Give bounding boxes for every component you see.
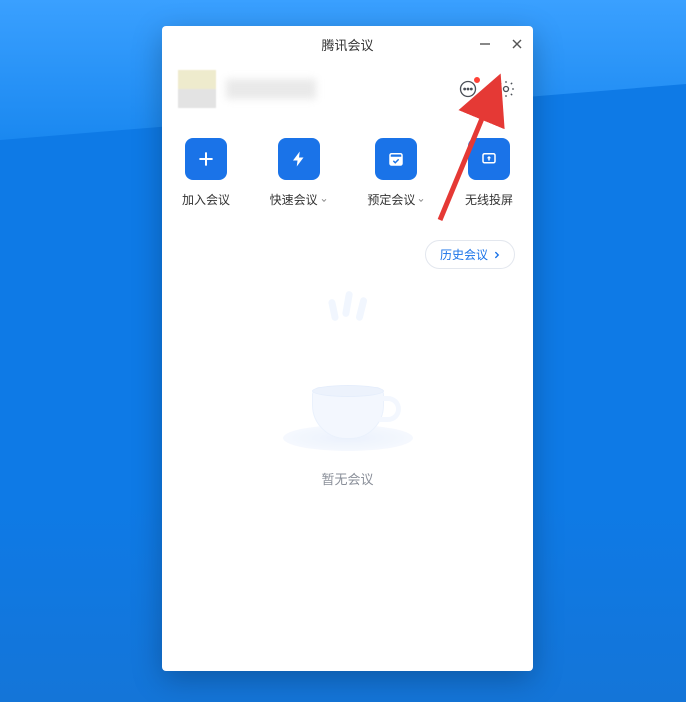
username-redacted [226, 79, 316, 99]
chevron-down-icon [417, 196, 425, 204]
join-meeting-button[interactable]: 加入会议 [182, 138, 230, 208]
action-label: 预定会议 [367, 191, 425, 208]
calendar-icon [375, 138, 417, 180]
gear-icon[interactable] [495, 78, 517, 100]
titlebar: 腾讯会议 [162, 26, 533, 62]
action-label: 无线投屏 [465, 191, 513, 208]
minimize-button[interactable] [475, 34, 495, 54]
empty-state: 暂无会议 [162, 327, 533, 488]
schedule-meeting-button[interactable]: 预定会议 [367, 138, 425, 208]
avatar[interactable] [178, 70, 216, 108]
user-row [162, 62, 533, 126]
chevron-down-icon [320, 196, 328, 204]
action-label: 加入会议 [182, 191, 230, 208]
app-window: 腾讯会议 [162, 26, 533, 671]
quick-meeting-button[interactable]: 快速会议 [270, 138, 328, 208]
plus-icon [185, 138, 227, 180]
action-label: 快速会议 [270, 191, 328, 208]
empty-label: 暂无会议 [321, 469, 373, 488]
wireless-cast-button[interactable]: 无线投屏 [465, 138, 513, 208]
history-row: 历史会议 [162, 226, 533, 269]
chevron-right-icon [492, 250, 502, 260]
history-meetings-button[interactable]: 历史会议 [425, 240, 515, 269]
bolt-icon [278, 138, 320, 180]
notification-dot-icon [473, 76, 481, 84]
cup-illustration-icon [283, 327, 413, 457]
window-controls [475, 26, 527, 62]
window-title: 腾讯会议 [321, 35, 373, 54]
close-button[interactable] [507, 34, 527, 54]
cast-icon [468, 138, 510, 180]
action-grid: 加入会议 快速会议 预定会议 无线投屏 [162, 126, 533, 226]
top-icons [457, 78, 517, 100]
chat-icon[interactable] [457, 78, 479, 100]
history-label: 历史会议 [440, 246, 488, 263]
